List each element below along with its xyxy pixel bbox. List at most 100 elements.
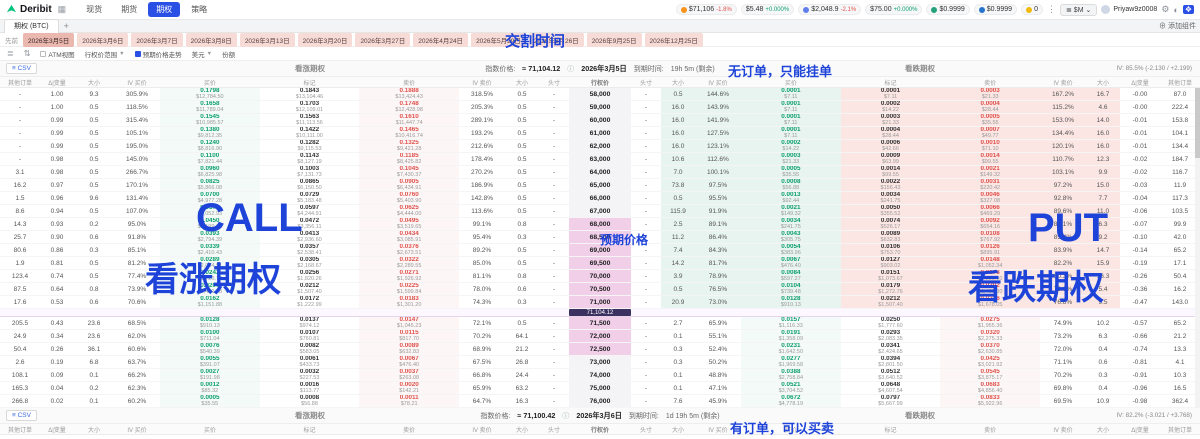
nav-item[interactable]: 策略 — [183, 2, 215, 17]
put-ask-price[interactable]: 0.0066$469.29 — [940, 205, 1040, 217]
call-mark-price[interactable]: 0.0305$2,168.67 — [260, 257, 360, 269]
expiry-prev-label[interactable]: 先前 — [5, 35, 18, 45]
call-ask-price[interactable]: 0.0183$1,301.20 — [359, 296, 459, 308]
call-mark-price[interactable]: 0.1563$11,113.56 — [260, 114, 360, 126]
scrollbar-thumb[interactable] — [1195, 88, 1200, 158]
put-mark-price[interactable]: 0.0089$632.83 — [841, 231, 941, 243]
call-bid-price[interactable]: 0.0450$3,199.68 — [160, 218, 260, 230]
put-bid-price[interactable]: 0.0021$149.32 — [741, 205, 841, 217]
nav-item[interactable]: 现货 — [78, 2, 110, 17]
put-bid-price[interactable]: 0.0067$476.40 — [741, 257, 841, 269]
call-ask-price[interactable]: 0.1185$8,425.82 — [359, 153, 459, 165]
expiry-chip[interactable]: 2026年5月29日 — [471, 33, 526, 47]
put-ask-price[interactable]: 0.0833$5,922.96 — [940, 395, 1040, 407]
put-bid-price[interactable]: 0.0001$7.11 — [741, 127, 841, 139]
call-bid-price[interactable]: 0.0960$6,825.98 — [160, 166, 260, 178]
list-icon[interactable]: ≣ — [7, 49, 14, 58]
deribit-brand[interactable]: Deribit — [6, 4, 52, 15]
put-bid-price[interactable]: 0.0001$7.11 — [741, 88, 841, 100]
call-mark-price[interactable]: 0.0357$2,538.41 — [260, 244, 360, 256]
account-menu[interactable]: Priyaw9z0008 — [1101, 5, 1157, 14]
put-ask-price[interactable]: 0.0010$71.10 — [940, 140, 1040, 152]
expiry-chip[interactable]: 2026年3月8日 — [186, 33, 237, 47]
call-bid-price[interactable]: 0.1100$7,821.44 — [160, 153, 260, 165]
call-ask-price[interactable]: 0.0089$632.83 — [359, 343, 459, 355]
put-bid-price[interactable]: 0.0128$910.13 — [741, 296, 841, 308]
put-ask-price[interactable]: 0.0236$1,678.05 — [940, 296, 1040, 308]
put-mark-price[interactable]: 0.0003$21.33 — [841, 114, 941, 126]
put-ask-price[interactable]: 0.0021$149.32 — [940, 166, 1040, 178]
put-mark-price[interactable]: 0.0648$4,607.54 — [841, 382, 941, 394]
call-mark-price[interactable]: 0.1843$13,104.46 — [260, 88, 360, 100]
call-bid-price[interactable]: 0.0289$2,054.91 — [160, 257, 260, 269]
put-bid-price[interactable]: 0.0002$14.22 — [741, 140, 841, 152]
tab-options-btc[interactable]: 期权 (BTC) — [4, 19, 59, 33]
put-mark-price[interactable]: 0.0002$14.22 — [841, 101, 941, 113]
expiry-chip[interactable]: 2026年3月5日 — [23, 33, 74, 47]
call-mark-price[interactable]: 0.0212$1,507.40 — [260, 283, 360, 295]
call-ask-price[interactable]: 0.0037$263.08 — [359, 369, 459, 381]
put-ask-price[interactable]: 0.0425$3,021.92 — [940, 356, 1040, 368]
call-ask-price[interactable]: 0.1610$11,447.74 — [359, 114, 459, 126]
call-bid-price[interactable]: 0.1240$8,816.90 — [160, 140, 260, 152]
put-ask-price[interactable]: 0.0046$327.08 — [940, 192, 1040, 204]
call-ask-price[interactable]: 0.0760$5,403.90 — [359, 192, 459, 204]
put-ask-price[interactable]: 0.0003$21.33 — [940, 88, 1040, 100]
expiry-chip[interactable]: 2026年4月24日 — [413, 33, 468, 47]
call-mark-price[interactable]: 0.0137$974.12 — [260, 317, 360, 329]
apps-grid-icon[interactable]: ▦ — [58, 4, 67, 15]
put-mark-price[interactable]: 0.0212$1,507.40 — [841, 296, 941, 308]
call-bid-price[interactable]: 0.0200$1,422.08 — [160, 283, 260, 295]
call-ask-price[interactable]: 0.0225$1,599.84 — [359, 283, 459, 295]
put-bid-price[interactable]: 0.0191$1,358.09 — [741, 330, 841, 342]
call-bid-price[interactable]: 0.0162$1,151.88 — [160, 296, 260, 308]
call-mark-price[interactable]: 0.1282$9,115.53 — [260, 140, 360, 152]
call-ask-price[interactable]: 0.1748$12,428.98 — [359, 101, 459, 113]
put-mark-price[interactable]: 0.0394$2,801.50 — [841, 356, 941, 368]
call-ask-price[interactable]: 0.0147$1,045.23 — [359, 317, 459, 329]
put-mark-price[interactable]: 0.0074$526.17 — [841, 218, 941, 230]
call-bid-price[interactable]: 0.0100$711.04 — [160, 330, 260, 342]
put-bid-price[interactable]: 0.0104$739.48 — [741, 283, 841, 295]
add-widget-button[interactable]: ⊕ 添加组件 — [1159, 21, 1196, 31]
expiry-chip[interactable]: 2026年6月26日 — [529, 33, 584, 47]
put-bid-price[interactable]: 0.0001$7.11 — [741, 101, 841, 113]
call-ask-price[interactable]: 0.0271$1,926.92 — [359, 270, 459, 282]
call-bid-price[interactable]: 0.0076$540.39 — [160, 343, 260, 355]
call-mark-price[interactable]: 0.1703$12,109.01 — [260, 101, 360, 113]
nav-item[interactable]: 期货 — [113, 2, 145, 17]
expiry-chip[interactable]: 2026年9月25日 — [587, 33, 642, 47]
put-ask-price[interactable]: 0.0126$895.91 — [940, 244, 1040, 256]
call-ask-price[interactable]: 0.0625$4,444.00 — [359, 205, 459, 217]
put-ask-price[interactable]: 0.0004$28.44 — [940, 101, 1040, 113]
call-bid-price[interactable]: 0.0700$4,977.28 — [160, 192, 260, 204]
put-bid-price[interactable]: 0.0054$383.96 — [741, 244, 841, 256]
call-bid-price[interactable]: 0.0055$391.07 — [160, 356, 260, 368]
call-ask-price[interactable]: 0.0115$817.70 — [359, 330, 459, 342]
put-ask-price[interactable]: 0.0014$99.55 — [940, 153, 1040, 165]
call-ask-price[interactable]: 0.0495$3,519.65 — [359, 218, 459, 230]
call-mark-price[interactable]: 0.0865$6,150.50 — [260, 179, 360, 191]
put-mark-price[interactable]: 0.0250$1,777.60 — [841, 317, 941, 329]
app-shortcut-icon[interactable]: ❖ — [1183, 5, 1194, 14]
call-mark-price[interactable]: 0.1143$8,127.19 — [260, 153, 360, 165]
info-icon[interactable]: ⓘ — [567, 64, 574, 74]
put-mark-price[interactable]: 0.0151$1,073.67 — [841, 270, 941, 282]
call-mark-price[interactable]: 0.0107$760.81 — [260, 330, 360, 342]
call-bid-price[interactable]: 0.0570$4,052.93 — [160, 205, 260, 217]
currency-mode-select[interactable]: ≣ $M ⌄ — [1060, 4, 1097, 16]
call-mark-price[interactable]: 0.0729$5,183.48 — [260, 192, 360, 204]
call-ask-price[interactable]: 0.1325$9,421.28 — [359, 140, 459, 152]
call-bid-price[interactable]: 0.0027$191.98 — [160, 369, 260, 381]
call-ask-price[interactable]: 0.1045$7,430.37 — [359, 166, 459, 178]
put-mark-price[interactable]: 0.0797$5,667.99 — [841, 395, 941, 407]
call-bid-price[interactable]: 0.0825$5,866.08 — [160, 179, 260, 191]
call-mark-price[interactable]: 0.0082$583.05 — [260, 343, 360, 355]
call-bid-price[interactable]: 0.1545$10,985.57 — [160, 114, 260, 126]
expiry-chip[interactable]: 2026年3月27日 — [355, 33, 410, 47]
call-mark-price[interactable]: 0.0061$433.73 — [260, 356, 360, 368]
call-mark-price[interactable]: 0.0413$2,936.60 — [260, 231, 360, 243]
strike-range-select[interactable]: 行权价范围 ▼ — [85, 49, 125, 59]
call-mark-price[interactable]: 0.0016$113.77 — [260, 382, 360, 394]
put-ask-price[interactable]: 0.0173$1,230.10 — [940, 270, 1040, 282]
